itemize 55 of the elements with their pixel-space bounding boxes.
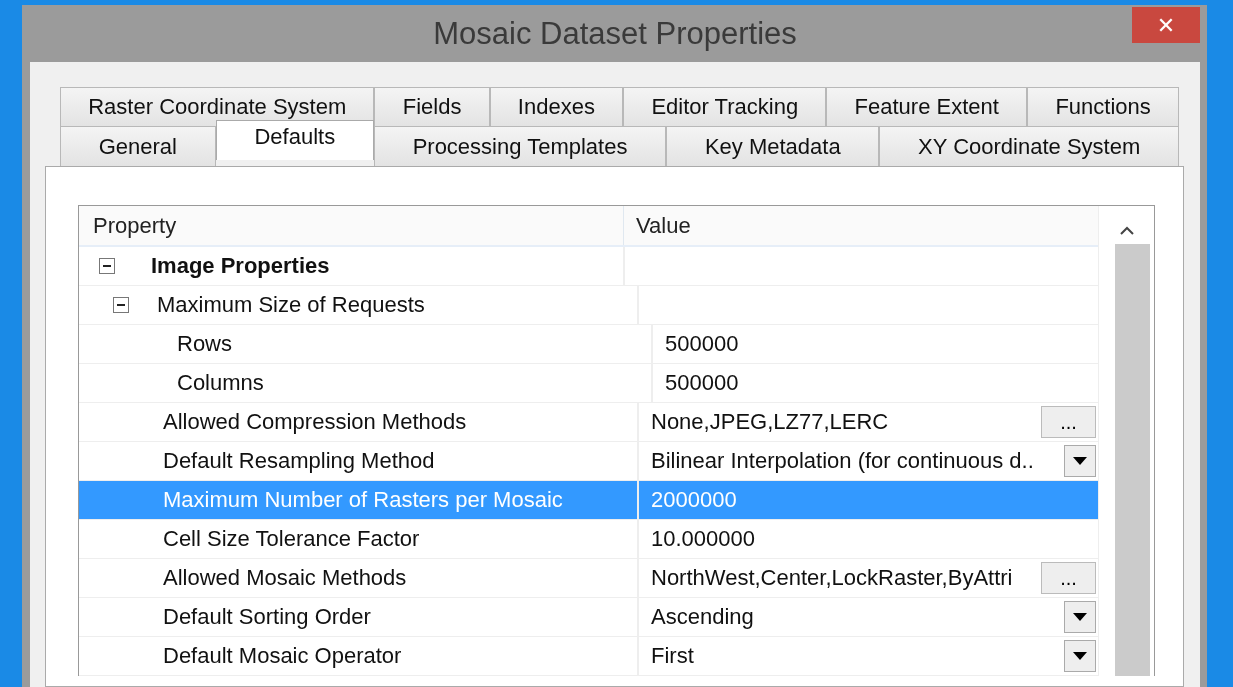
tab[interactable]: Processing Templates [373,126,667,166]
property-value: NorthWest,Center,LockRaster,ByAttri [651,565,1014,591]
tab[interactable]: Raster Coordinate System [60,87,375,126]
property-value: None,JPEG,LZ77,LERC [651,409,890,435]
property-name: Allowed Mosaic Methods [163,565,407,591]
grid-row[interactable]: Default Sorting Order Ascending [79,598,1098,637]
ellipsis-button[interactable]: ... [1041,562,1096,594]
grid-row[interactable]: Default Mosaic Operator First [79,637,1098,676]
grid-row[interactable]: Image Properties [79,247,1098,286]
tab[interactable]: Fields [374,87,490,126]
grid-row[interactable]: Maximum Size of Requests [79,286,1098,325]
property-value: First [651,643,695,669]
property-value: 500000 [665,370,740,396]
tab[interactable]: Indexes [489,87,624,126]
ellipsis-button[interactable]: ... [1041,406,1096,438]
property-name: Default Mosaic Operator [163,643,402,669]
dropdown-button[interactable] [1064,445,1096,477]
column-header[interactable]: Value [624,206,1098,245]
property-value: 2000000 [651,487,738,513]
window-title: Mosaic Dataset Properties [433,15,797,52]
property-value: Bilinear Interpolation (for continuous d.. [651,448,1035,474]
property-value: 10.000000 [651,526,756,552]
property-name: Columns [177,370,264,396]
tab[interactable]: Functions [1027,87,1179,126]
collapse-icon[interactable] [99,258,115,274]
property-name: Image Properties [151,253,330,279]
grid-row[interactable]: Allowed Compression Methods None,JPEG,LZ77,LERC ... [79,403,1098,442]
property-name: Maximum Size of Requests [157,292,425,318]
grid-row[interactable]: Rows 500000 [79,325,1098,364]
property-name: Maximum Number of Rasters per Mosaic [163,487,563,513]
grid-row[interactable]: Allowed Mosaic Methods NorthWest,Center,LockRaster,ByAttri ... [79,559,1098,598]
property-name: Cell Size Tolerance Factor [163,526,420,552]
close-button[interactable]: ✕ [1132,7,1200,43]
property-name: Default Sorting Order [163,604,371,630]
tab[interactable]: Feature Extent [826,87,1028,126]
property-name: Rows [177,331,232,357]
tab[interactable]: Key Metadata [666,126,880,166]
tab[interactable]: XY Coordinate System [879,126,1179,166]
scroll-up-icon[interactable] [1119,226,1134,236]
column-header[interactable]: Property [79,206,624,245]
dropdown-button[interactable] [1064,601,1096,633]
tab[interactable]: Editor Tracking [623,87,827,126]
caret-icon [1073,457,1087,465]
caret-icon [1073,613,1087,621]
caret-icon [1073,652,1087,660]
property-value: Ascending [651,604,755,630]
tab[interactable]: Defaults [215,120,374,160]
dropdown-button[interactable] [1064,640,1096,672]
tab[interactable]: General [60,126,216,166]
property-name: Default Resampling Method [163,448,435,474]
grid-row[interactable]: Columns 500000 [79,364,1098,403]
property-name: Allowed Compression Methods [163,409,467,435]
grid-row[interactable]: Cell Size Tolerance Factor 10.000000 [79,520,1098,559]
collapse-icon[interactable] [113,297,129,313]
property-value: 500000 [665,331,740,357]
